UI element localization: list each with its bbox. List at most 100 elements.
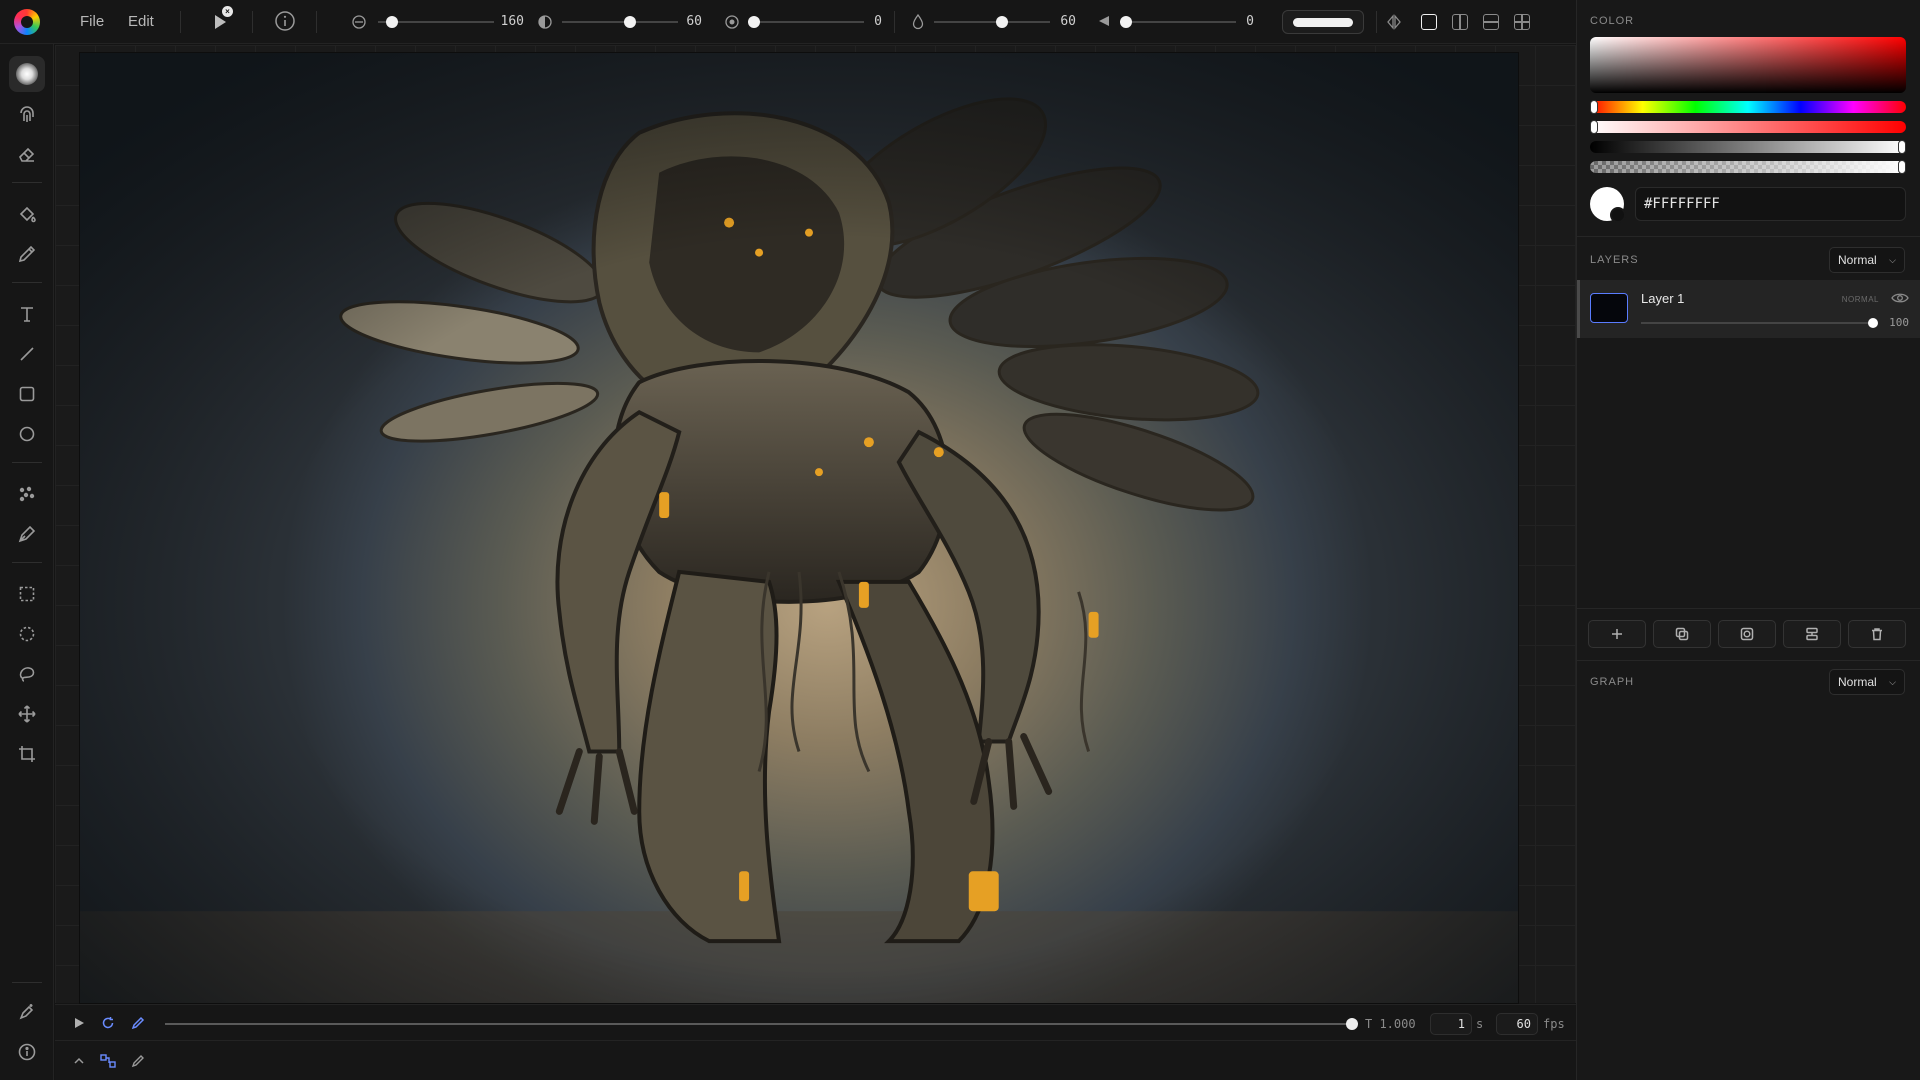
graph-mode-value: Normal xyxy=(1838,675,1877,689)
color-section-title: COLOR xyxy=(1590,15,1635,27)
fps-input[interactable]: 60 xyxy=(1496,1013,1538,1035)
symmetry-icon[interactable] xyxy=(1386,14,1402,30)
smudge-tool[interactable] xyxy=(9,96,45,132)
text-tool[interactable] xyxy=(9,296,45,332)
brush-size-value: 160 xyxy=(500,14,524,29)
crop-icon xyxy=(19,746,35,762)
opacity-slider[interactable] xyxy=(562,16,678,28)
chevron-up-icon[interactable] xyxy=(73,1055,85,1067)
keyframe-link-icon[interactable] xyxy=(100,1054,116,1068)
help-button[interactable] xyxy=(9,1034,45,1070)
chevron-down-icon: ⌵ xyxy=(1889,677,1896,687)
close-icon[interactable]: × xyxy=(222,6,233,17)
layer-opacity-value: 100 xyxy=(1889,316,1909,329)
layout-split-horizontal-button[interactable] xyxy=(1483,14,1499,30)
rectangle-tool[interactable] xyxy=(9,376,45,412)
spacing-slider[interactable] xyxy=(1120,16,1236,28)
rectangle-select-tool[interactable] xyxy=(9,576,45,612)
divider xyxy=(316,11,317,33)
divider xyxy=(12,562,42,563)
file-menu[interactable]: File xyxy=(80,13,104,30)
move-arrows-icon xyxy=(18,705,36,723)
eyedropper-tool[interactable] xyxy=(9,236,45,272)
duplicate-layer-button[interactable] xyxy=(1653,620,1711,648)
divider xyxy=(12,982,42,983)
play-preview-button[interactable]: × xyxy=(208,6,233,33)
play-icon[interactable] xyxy=(73,1017,85,1029)
magic-draw-button[interactable] xyxy=(9,994,45,1030)
line-icon xyxy=(20,347,34,361)
edit-menu[interactable]: Edit xyxy=(128,13,154,30)
saturation-value-picker[interactable] xyxy=(1590,37,1906,93)
timeline-scrubber[interactable] xyxy=(165,1018,1358,1030)
delete-layer-button[interactable] xyxy=(1848,620,1906,648)
move-tool[interactable] xyxy=(9,696,45,732)
info-icon xyxy=(275,11,295,31)
duration-input[interactable]: 1 xyxy=(1430,1013,1472,1035)
trash-icon xyxy=(1872,628,1882,641)
scatter-tool[interactable] xyxy=(9,476,45,512)
app-logo xyxy=(14,9,40,35)
layer-blend-dropdown[interactable]: Normal ⌵ xyxy=(1829,247,1905,273)
ellipse-tool[interactable] xyxy=(9,416,45,452)
info-button[interactable] xyxy=(274,10,296,32)
brush-size-icon xyxy=(352,15,366,29)
scatter-dots-icon xyxy=(19,486,35,502)
time-readout: T 1.000 xyxy=(1365,1017,1416,1031)
divider xyxy=(1577,236,1920,237)
graph-mode-dropdown[interactable]: Normal ⌵ xyxy=(1829,669,1905,695)
crop-tool[interactable] xyxy=(9,736,45,772)
mask-layer-button[interactable] xyxy=(1718,620,1776,648)
circle-icon xyxy=(19,426,35,442)
layer-opacity-slider[interactable] xyxy=(1641,318,1878,328)
eraser-icon xyxy=(19,147,35,162)
opacity-icon xyxy=(538,15,552,29)
brush-size-slider[interactable] xyxy=(378,16,494,28)
divider xyxy=(12,182,42,183)
lightness-slider[interactable] xyxy=(1590,140,1906,154)
spacing-value: 0 xyxy=(1246,14,1254,29)
merge-icon xyxy=(1806,627,1818,641)
alpha-slider[interactable] xyxy=(1590,160,1906,174)
divider xyxy=(12,462,42,463)
eraser-tool[interactable] xyxy=(9,136,45,172)
saturation-slider[interactable] xyxy=(1590,120,1906,134)
top-toolbar: File Edit × 160 60 0 60 0 xyxy=(0,0,1576,44)
flow-slider[interactable] xyxy=(934,16,1050,28)
loop-icon[interactable] xyxy=(101,1016,115,1030)
hardness-icon xyxy=(725,15,739,29)
hex-color-input[interactable]: #FFFFFFFF xyxy=(1635,187,1906,221)
divider xyxy=(1376,11,1377,33)
ellipse-select-tool[interactable] xyxy=(9,616,45,652)
layout-split-vertical-button[interactable] xyxy=(1452,14,1468,30)
record-pen-icon[interactable] xyxy=(131,1016,145,1030)
info-icon xyxy=(18,1043,36,1061)
eye-icon[interactable] xyxy=(1891,290,1909,306)
duplicate-icon xyxy=(1675,627,1689,641)
rect-select-icon xyxy=(19,586,35,602)
brush-preview[interactable] xyxy=(1282,10,1364,34)
lasso-tool[interactable] xyxy=(9,656,45,692)
fill-tool[interactable] xyxy=(9,196,45,232)
pen-tool[interactable] xyxy=(9,516,45,552)
merge-layer-button[interactable] xyxy=(1783,620,1841,648)
add-layer-button[interactable] xyxy=(1588,620,1646,648)
divider xyxy=(1577,608,1920,609)
layout-quad-button[interactable] xyxy=(1514,14,1530,30)
hue-slider[interactable] xyxy=(1590,100,1906,114)
layer-row[interactable]: Layer 1 NORMAL 100 xyxy=(1577,280,1920,338)
mask-icon xyxy=(1740,627,1754,641)
current-color-swatch[interactable] xyxy=(1590,187,1626,223)
hardness-slider[interactable] xyxy=(748,16,864,28)
timeline-footer xyxy=(55,1040,1576,1080)
divider xyxy=(894,11,895,33)
brush-tool[interactable] xyxy=(9,56,45,92)
eyedropper-icon xyxy=(18,245,36,263)
divider xyxy=(1577,660,1920,661)
layer-name[interactable]: Layer 1 xyxy=(1641,291,1684,306)
graph-section-title: GRAPH xyxy=(1590,676,1635,688)
pen-icon[interactable] xyxy=(131,1054,145,1068)
layout-single-button[interactable] xyxy=(1421,14,1437,30)
artwork-canvas[interactable] xyxy=(79,52,1519,1004)
line-tool[interactable] xyxy=(9,336,45,372)
